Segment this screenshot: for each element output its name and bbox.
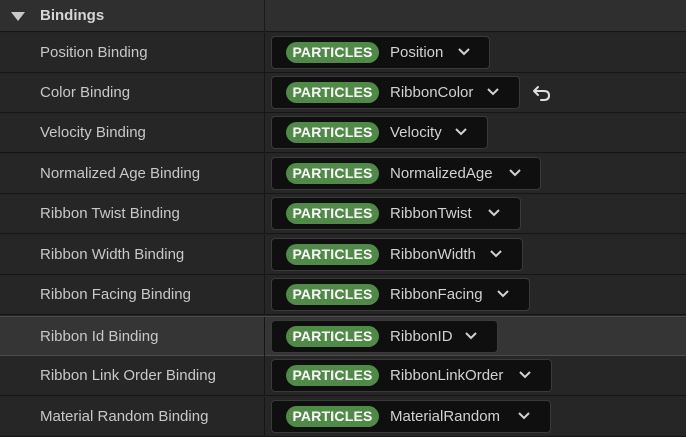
column-divider[interactable] bbox=[264, 33, 265, 73]
property-row-ribbon-facing-binding: Ribbon Facing Binding PARTICLES RibbonFa… bbox=[0, 275, 686, 315]
chevron-down-icon bbox=[465, 332, 477, 340]
binding-value: RibbonLinkOrder bbox=[390, 367, 504, 384]
chevron-down-icon bbox=[518, 412, 530, 420]
binding-dropdown[interactable]: PARTICLES RibbonWidth bbox=[271, 238, 523, 271]
chevron-down-icon bbox=[509, 169, 521, 177]
column-divider[interactable] bbox=[264, 154, 265, 194]
property-row-ribbon-id-binding: Ribbon Id Binding PARTICLES RibbonID bbox=[0, 316, 686, 357]
property-label: Ribbon Twist Binding bbox=[40, 205, 180, 222]
binding-dropdown[interactable]: PARTICLES Position bbox=[271, 36, 490, 69]
property-label: Velocity Binding bbox=[40, 124, 146, 141]
namespace-pill: PARTICLES bbox=[286, 326, 379, 347]
property-row-ribbon-twist-binding: Ribbon Twist Binding PARTICLES RibbonTwi… bbox=[0, 194, 686, 234]
chevron-down-icon bbox=[519, 371, 531, 379]
binding-value: RibbonTwist bbox=[390, 205, 472, 222]
binding-dropdown[interactable]: PARTICLES Velocity bbox=[271, 116, 488, 149]
namespace-pill: PARTICLES bbox=[286, 244, 379, 265]
binding-dropdown[interactable]: PARTICLES RibbonLinkOrder bbox=[271, 359, 552, 392]
namespace-pill: PARTICLES bbox=[286, 203, 379, 224]
property-label: Ribbon Facing Binding bbox=[40, 286, 191, 303]
column-divider[interactable] bbox=[264, 356, 265, 396]
property-label: Color Binding bbox=[40, 84, 131, 101]
column-divider[interactable] bbox=[264, 0, 265, 32]
namespace-pill: PARTICLES bbox=[286, 365, 379, 386]
chevron-down-icon bbox=[488, 209, 500, 217]
binding-dropdown[interactable]: PARTICLES RibbonFacing bbox=[271, 278, 530, 311]
binding-value: NormalizedAge bbox=[390, 165, 493, 182]
property-label: Ribbon Width Binding bbox=[40, 246, 185, 263]
binding-dropdown[interactable]: PARTICLES MaterialRandom bbox=[271, 400, 551, 433]
property-row-ribbon-link-order-binding: Ribbon Link Order Binding PARTICLES Ribb… bbox=[0, 356, 686, 396]
namespace-pill: PARTICLES bbox=[286, 42, 379, 63]
chevron-down-icon bbox=[487, 88, 499, 96]
property-label: Normalized Age Binding bbox=[40, 165, 201, 182]
binding-value: Velocity bbox=[390, 124, 442, 141]
binding-dropdown[interactable]: PARTICLES RibbonID bbox=[271, 320, 498, 353]
chevron-down-icon bbox=[490, 250, 502, 258]
column-divider[interactable] bbox=[264, 235, 265, 275]
bindings-category-header[interactable]: Bindings bbox=[0, 0, 686, 32]
namespace-pill: PARTICLES bbox=[286, 284, 379, 305]
triangle-down-icon[interactable] bbox=[11, 12, 25, 21]
property-row-color-binding: Color Binding PARTICLES RibbonColor bbox=[0, 73, 686, 113]
chevron-down-icon bbox=[497, 290, 509, 298]
column-divider[interactable] bbox=[264, 317, 265, 357]
binding-dropdown[interactable]: PARTICLES RibbonColor bbox=[271, 76, 520, 109]
column-divider[interactable] bbox=[264, 397, 265, 437]
property-row-normalized-age-binding: Normalized Age Binding PARTICLES Normali… bbox=[0, 154, 686, 194]
binding-value: RibbonWidth bbox=[390, 246, 476, 263]
chevron-down-icon bbox=[455, 128, 467, 136]
property-label: Ribbon Link Order Binding bbox=[40, 367, 216, 384]
column-divider[interactable] bbox=[264, 113, 265, 153]
property-row-position-binding: Position Binding PARTICLES Position bbox=[0, 33, 686, 73]
binding-dropdown[interactable]: PARTICLES RibbonTwist bbox=[271, 197, 521, 230]
property-row-ribbon-width-binding: Ribbon Width Binding PARTICLES RibbonWid… bbox=[0, 235, 686, 275]
property-label: Material Random Binding bbox=[40, 408, 209, 425]
column-divider[interactable] bbox=[264, 275, 265, 315]
namespace-pill: PARTICLES bbox=[286, 122, 379, 143]
namespace-pill: PARTICLES bbox=[286, 406, 379, 427]
property-row-material-random-binding: Material Random Binding PARTICLES Materi… bbox=[0, 397, 686, 437]
chevron-down-icon bbox=[458, 48, 470, 56]
column-divider[interactable] bbox=[264, 194, 265, 234]
property-label: Ribbon Id Binding bbox=[40, 328, 159, 345]
namespace-pill: PARTICLES bbox=[286, 82, 379, 103]
binding-dropdown[interactable]: PARTICLES NormalizedAge bbox=[271, 157, 541, 190]
column-divider[interactable] bbox=[264, 73, 265, 113]
binding-value: MaterialRandom bbox=[390, 408, 501, 425]
category-title: Bindings bbox=[40, 7, 105, 24]
property-row-velocity-binding: Velocity Binding PARTICLES Velocity bbox=[0, 113, 686, 153]
reset-to-default-icon[interactable] bbox=[532, 84, 552, 102]
property-label: Position Binding bbox=[40, 44, 148, 61]
binding-value: RibbonColor bbox=[390, 84, 474, 101]
details-panel: Bindings Position Binding PARTICLES Posi… bbox=[0, 0, 686, 437]
binding-value: RibbonID bbox=[390, 328, 453, 345]
binding-value: Position bbox=[390, 44, 444, 61]
binding-value: RibbonFacing bbox=[390, 286, 483, 303]
namespace-pill: PARTICLES bbox=[286, 163, 379, 184]
